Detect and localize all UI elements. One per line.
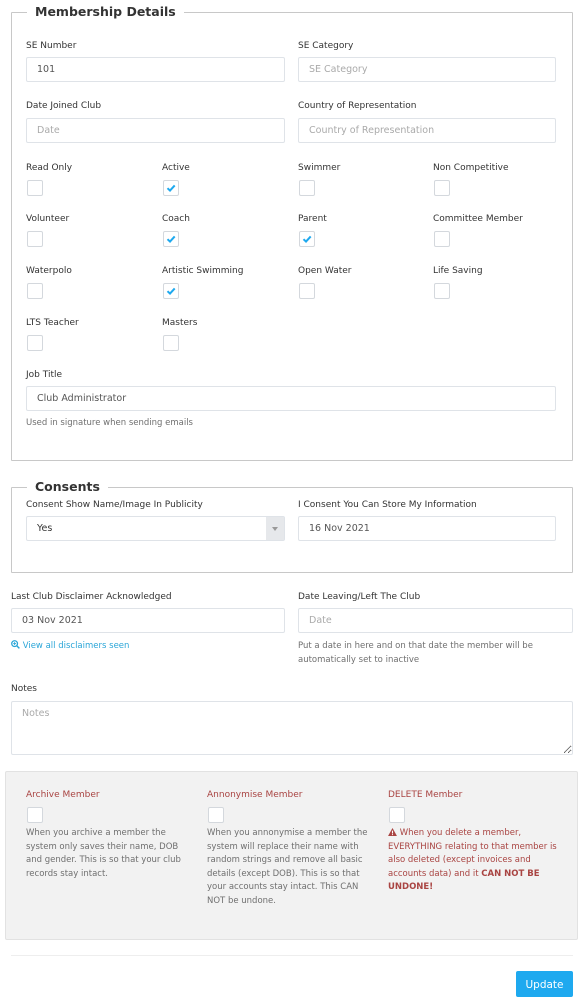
- disclaimer-label: Last Club Disclaimer Acknowledged: [11, 592, 172, 602]
- disclaimer-input[interactable]: [11, 608, 285, 633]
- volunteer-label: Volunteer: [26, 214, 70, 224]
- lts-teacher-label: LTS Teacher: [26, 318, 79, 328]
- archive-member-title: Archive Member: [26, 790, 100, 800]
- country-input[interactable]: [298, 118, 556, 143]
- se-category-input[interactable]: [298, 57, 556, 82]
- job-title-help: Used in signature when sending emails: [26, 418, 193, 428]
- consents-legend: Consents: [27, 479, 108, 495]
- read-only-checkbox[interactable]: [27, 180, 43, 196]
- artistic-swimming-label: Artistic Swimming: [162, 266, 244, 276]
- divider: [11, 955, 573, 956]
- delete-member-checkbox[interactable]: [389, 807, 405, 823]
- se-category-label: SE Category: [298, 41, 354, 51]
- delete-member-text: When you delete a member, EVERYTHING rel…: [388, 827, 563, 895]
- non-competitive-checkbox[interactable]: [434, 180, 450, 196]
- caret-down-icon: [272, 527, 278, 531]
- lts-teacher-checkbox[interactable]: [27, 335, 43, 351]
- read-only-label: Read Only: [26, 163, 73, 173]
- masters-label: Masters: [162, 318, 198, 328]
- masters-checkbox[interactable]: [163, 335, 179, 351]
- open-water-label: Open Water: [298, 266, 352, 276]
- volunteer-checkbox[interactable]: [27, 231, 43, 247]
- update-button[interactable]: Update: [516, 971, 573, 997]
- non-competitive-label: Non Competitive: [433, 163, 509, 173]
- swimmer-label: Swimmer: [298, 163, 341, 173]
- date-joined-input[interactable]: [26, 118, 285, 143]
- checkmark-icon: [166, 287, 176, 296]
- view-disclaimers-link[interactable]: View all disclaimers seen: [11, 640, 129, 651]
- active-label: Active: [162, 163, 190, 173]
- life-saving-checkbox[interactable]: [434, 283, 450, 299]
- se-number-input[interactable]: [26, 57, 285, 82]
- publicity-consent-value: Yes: [37, 523, 53, 534]
- warning-icon: [388, 828, 397, 836]
- waterpolo-label: Waterpolo: [26, 266, 72, 276]
- leaving-date-input[interactable]: [298, 608, 573, 633]
- coach-checkbox[interactable]: [163, 231, 179, 247]
- dropdown-toggle[interactable]: [266, 517, 284, 540]
- parent-label: Parent: [298, 214, 327, 224]
- life-saving-label: Life Saving: [433, 266, 483, 276]
- archive-member-checkbox[interactable]: [27, 807, 43, 823]
- anonymise-member-text: When you annonymise a member the system …: [207, 828, 368, 906]
- active-checkbox[interactable]: [163, 180, 179, 196]
- zoom-in-icon: [11, 640, 20, 649]
- membership-details-legend: Membership Details: [27, 4, 184, 20]
- notes-label: Notes: [11, 684, 37, 694]
- checkmark-icon: [166, 235, 176, 244]
- publicity-consent-select[interactable]: Yes: [26, 516, 285, 541]
- anonymise-member-title: Annonymise Member: [207, 790, 303, 800]
- leaving-date-help: Put a date in here and on that date the …: [298, 641, 533, 665]
- delete-member-title: DELETE Member: [388, 790, 463, 800]
- archive-member-text: When you archive a member the system onl…: [26, 828, 181, 879]
- artistic-swimming-checkbox[interactable]: [163, 283, 179, 299]
- store-info-consent-input[interactable]: [298, 516, 556, 541]
- store-info-consent-label: I Consent You Can Store My Information: [298, 500, 477, 510]
- date-joined-label: Date Joined Club: [26, 101, 102, 111]
- job-title-label: Job Title: [26, 370, 63, 380]
- waterpolo-checkbox[interactable]: [27, 283, 43, 299]
- country-label: Country of Representation: [298, 101, 417, 111]
- leaving-date-label: Date Leaving/Left The Club: [298, 592, 421, 602]
- swimmer-checkbox[interactable]: [299, 180, 315, 196]
- parent-checkbox[interactable]: [299, 231, 315, 247]
- open-water-checkbox[interactable]: [299, 283, 315, 299]
- publicity-consent-label: Consent Show Name/Image In Publicity: [26, 500, 203, 510]
- coach-label: Coach: [162, 214, 190, 224]
- job-title-input[interactable]: [26, 386, 556, 411]
- checkmark-icon: [166, 184, 176, 193]
- se-number-label: SE Number: [26, 41, 77, 51]
- committee-member-label: Committee Member: [433, 214, 523, 224]
- anonymise-member-checkbox[interactable]: [208, 807, 224, 823]
- notes-textarea[interactable]: [11, 701, 573, 755]
- checkmark-icon: [302, 235, 312, 244]
- committee-member-checkbox[interactable]: [434, 231, 450, 247]
- view-disclaimers-label: View all disclaimers seen: [22, 641, 130, 651]
